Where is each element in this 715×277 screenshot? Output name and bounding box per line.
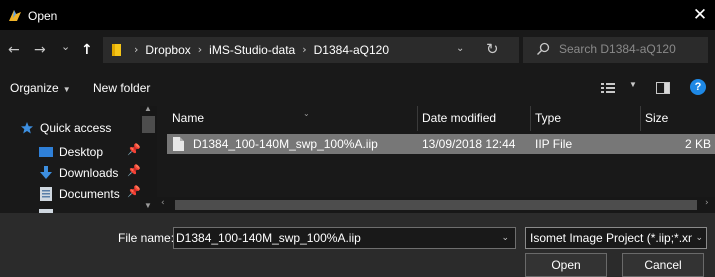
sidebar-item-label: Downloads xyxy=(59,166,119,180)
recent-locations-button[interactable]: ⌄ xyxy=(61,37,70,57)
file-type: IIP File xyxy=(535,137,573,151)
file-type-value: Isomet Image Project (*.iip;*.xm xyxy=(530,231,692,245)
breadcrumb-separator: › xyxy=(134,43,139,56)
breadcrumb-item-d1384-aq120[interactable]: D1384-aQ120 xyxy=(314,42,389,58)
file-size: 2 KB xyxy=(684,137,711,151)
app-icon xyxy=(9,10,21,21)
dialog-footer: File name: ⌄ Isomet Image Project (*.iip… xyxy=(0,213,715,277)
sidebar-item-documents[interactable]: Documents xyxy=(39,185,120,203)
preview-pane-icon[interactable] xyxy=(656,82,670,94)
file-name-combobox[interactable]: ⌄ xyxy=(173,227,516,249)
scroll-down-icon[interactable]: ▼ xyxy=(144,201,152,210)
table-row[interactable]: D1384_100-140M_swp_100%A.iip 13/09/2018 … xyxy=(167,134,715,154)
scroll-left-icon[interactable]: ‹ xyxy=(161,198,165,208)
open-button[interactable]: Open xyxy=(525,253,607,277)
new-folder-button[interactable]: New folder xyxy=(93,81,150,95)
cancel-button[interactable]: Cancel xyxy=(622,253,704,277)
scroll-up-icon[interactable]: ▲ xyxy=(144,106,152,113)
organize-button[interactable]: Organize ▼ xyxy=(10,81,71,95)
file-type-select[interactable]: Isomet Image Project (*.iip;*.xm ⌄ xyxy=(525,227,707,249)
forward-button[interactable]: → xyxy=(34,40,46,60)
view-options-dropdown[interactable]: ▼ xyxy=(629,80,637,89)
chevron-down-icon[interactable]: ⌄ xyxy=(501,232,509,243)
file-icon xyxy=(173,137,184,151)
breadcrumb: › Dropbox › iMS-Studio-data › D1384-aQ12… xyxy=(134,42,389,58)
breadcrumb-item-ims-studio-data[interactable]: iMS-Studio-data xyxy=(209,42,295,58)
scroll-right-icon[interactable]: › xyxy=(705,198,709,208)
column-header-type[interactable]: Type xyxy=(530,106,640,131)
refresh-button[interactable]: ↻ xyxy=(486,40,499,58)
navigation-bar: ← → ⌄ ↑ › Dropbox › iMS-Studio-data › D1… xyxy=(0,30,715,70)
breadcrumb-separator[interactable]: › xyxy=(198,42,202,58)
folder-icon xyxy=(112,44,121,56)
horizontal-scrollbar[interactable]: ‹ › xyxy=(157,197,715,213)
sidebar-item-label: Desktop xyxy=(59,145,104,159)
window-title: Open xyxy=(28,9,58,23)
sidebar-item-downloads[interactable]: Downloads xyxy=(39,164,118,182)
sidebar-item-desktop[interactable]: Desktop xyxy=(39,143,103,161)
search-box[interactable] xyxy=(523,37,708,63)
column-header-date-modified[interactable]: Date modified xyxy=(417,106,530,131)
download-icon xyxy=(40,166,52,179)
desktop-icon xyxy=(39,147,53,157)
star-icon xyxy=(21,122,33,134)
pin-icon: 📌 xyxy=(127,143,141,156)
chevron-down-icon[interactable]: ⌄ xyxy=(693,232,703,243)
breadcrumb-separator[interactable]: › xyxy=(302,42,306,58)
pin-icon: 📌 xyxy=(127,185,141,198)
sort-caret-icon: ⌄ xyxy=(303,109,310,118)
column-header-size[interactable]: Size xyxy=(640,106,715,131)
file-list: Name ⌄ Date modified Type Size D1384_100… xyxy=(157,106,715,213)
view-options-icon[interactable] xyxy=(601,82,615,94)
organize-label: Organize xyxy=(10,81,59,95)
command-bar: Organize ▼ New folder ▼ ? xyxy=(0,70,715,106)
file-name-label: File name: xyxy=(118,231,175,245)
documents-icon xyxy=(40,187,52,201)
back-button[interactable]: ← xyxy=(8,40,20,60)
chevron-down-icon: ▼ xyxy=(62,85,71,94)
horizontal-scrollbar-thumb[interactable] xyxy=(175,200,697,210)
title-bar: Open ✕ xyxy=(0,0,715,30)
sidebar-item-label: Documents xyxy=(59,187,120,201)
navigation-scrollbar-thumb[interactable] xyxy=(142,116,155,133)
help-button[interactable]: ? xyxy=(690,79,706,95)
breadcrumb-item-dropbox[interactable]: Dropbox xyxy=(145,42,190,58)
navigation-scrollbar[interactable]: ▲ ▼ xyxy=(140,106,157,213)
close-button[interactable]: ✕ xyxy=(685,0,715,30)
sidebar-item-quick-access[interactable]: Quick access xyxy=(20,119,111,137)
address-bar[interactable]: › Dropbox › iMS-Studio-data › D1384-aQ12… xyxy=(103,37,519,63)
address-dropdown-button[interactable]: ⌄ xyxy=(456,43,464,54)
column-header-label: Name xyxy=(172,111,205,125)
file-date-modified: 13/09/2018 12:44 xyxy=(422,137,516,151)
file-name: D1384_100-140M_swp_100%A.iip xyxy=(193,137,378,151)
column-header-name[interactable]: Name ⌄ xyxy=(167,106,417,131)
pin-icon: 📌 xyxy=(127,164,141,177)
navigation-pane: Quick access Desktop 📌 Downloads 📌 Docum… xyxy=(0,106,157,213)
up-button[interactable]: ↑ xyxy=(81,40,93,60)
sidebar-item-label: Quick access xyxy=(40,121,112,135)
file-name-input[interactable] xyxy=(176,229,496,247)
search-input[interactable] xyxy=(559,38,704,60)
search-icon xyxy=(537,42,550,55)
